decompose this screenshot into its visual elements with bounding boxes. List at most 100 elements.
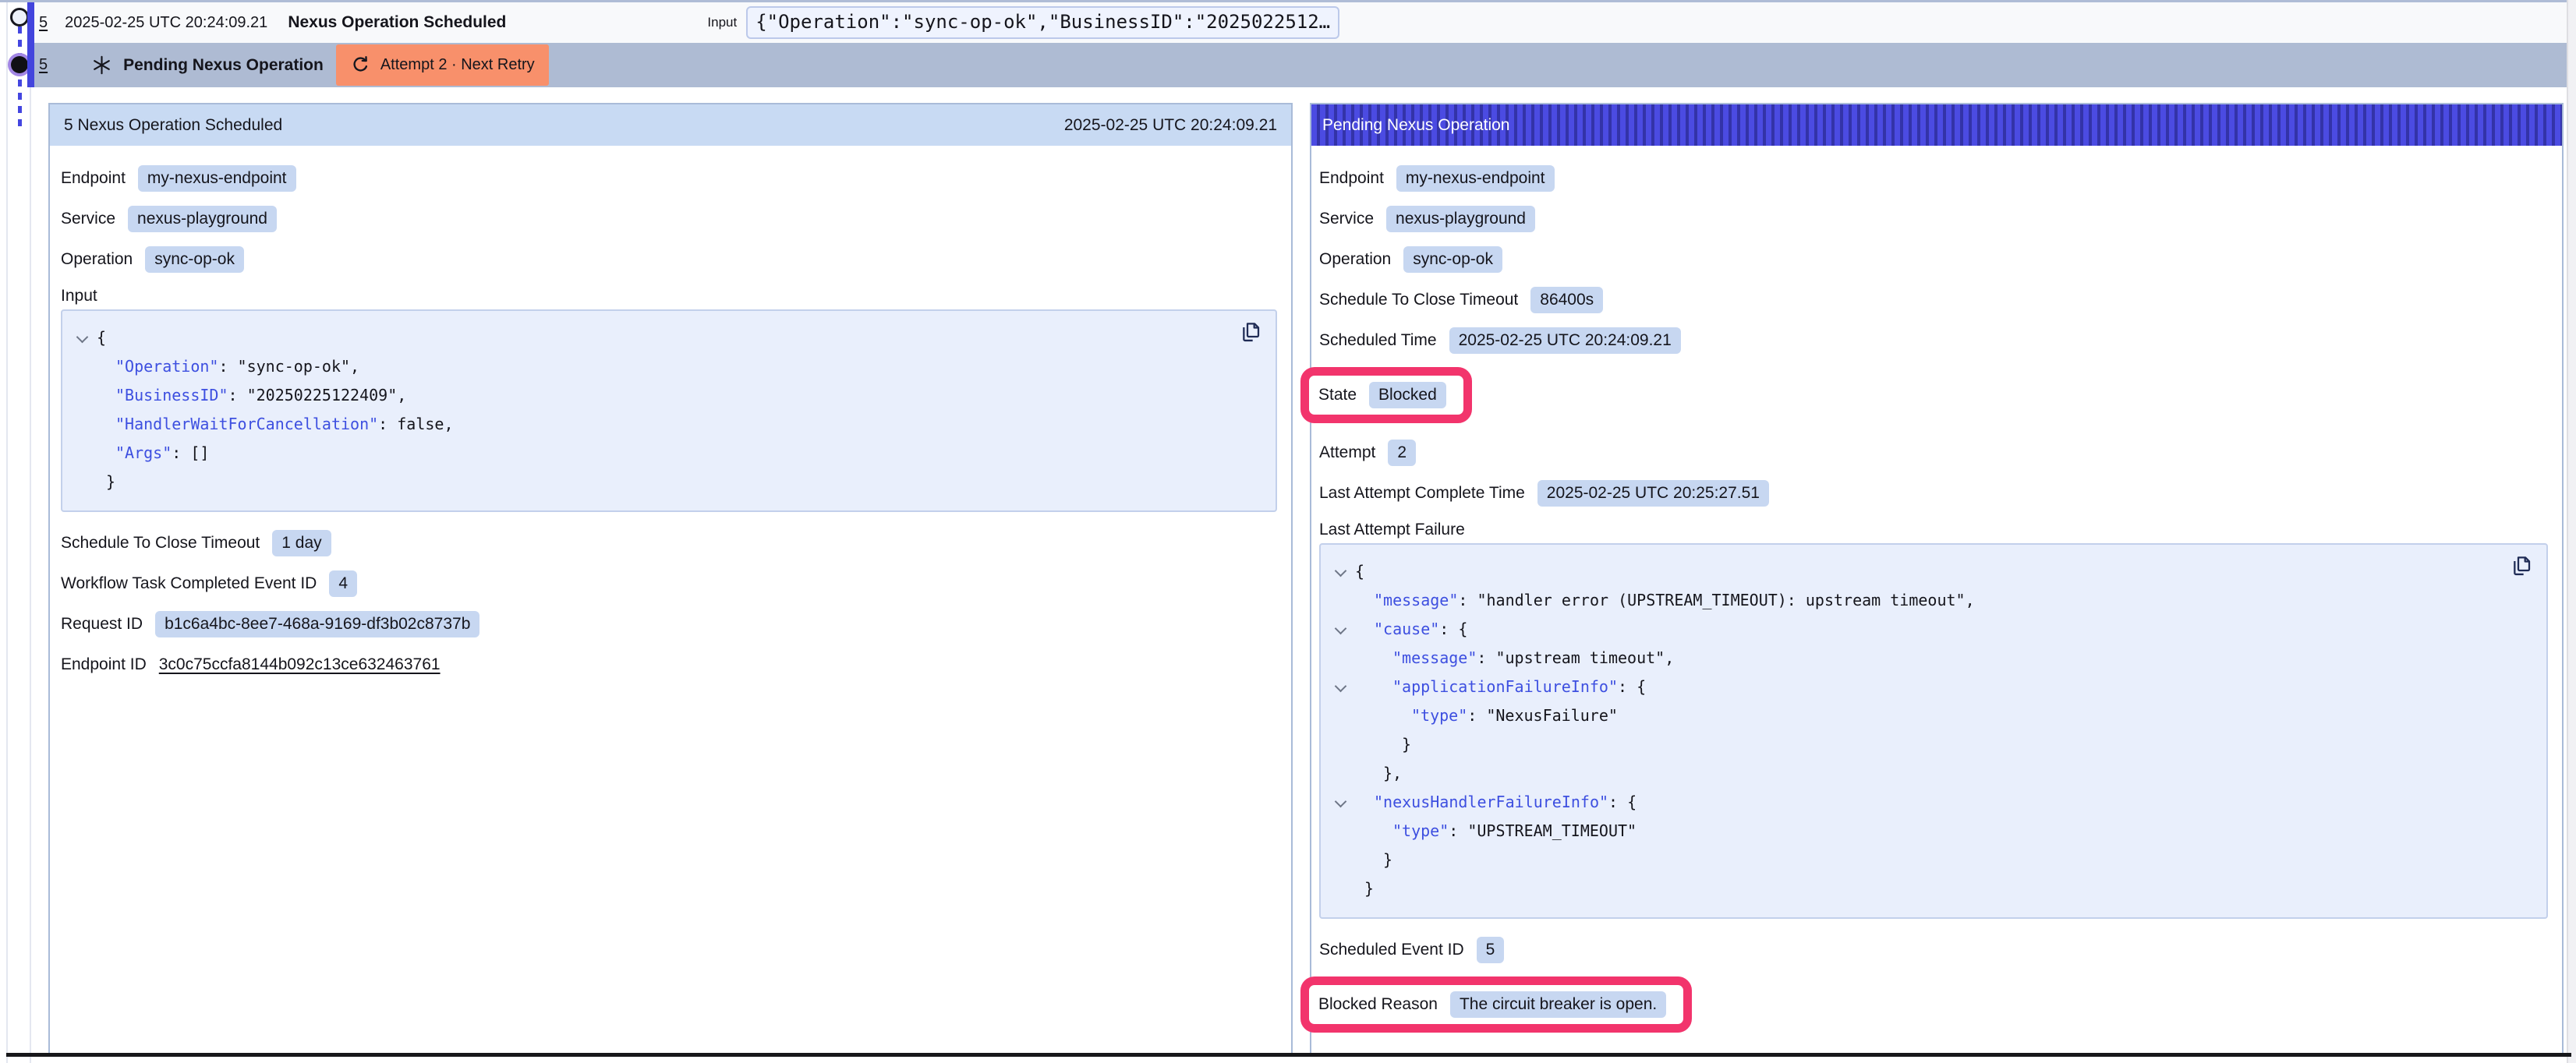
code-text: }, <box>1355 759 1402 788</box>
pending-operation-panel: Pending Nexus Operation Endpointmy-nexus… <box>1310 103 2564 1054</box>
code-gutter <box>1329 644 1355 673</box>
code-gutter <box>1329 673 1355 701</box>
field-value-pill: sync-op-ok <box>145 246 244 273</box>
field-value-pill: nexus-playground <box>128 206 277 232</box>
open-circle-icon <box>10 8 29 26</box>
code-gutter <box>1329 730 1355 759</box>
field-label: Service <box>1319 210 1374 228</box>
code-line: } <box>1329 730 2534 759</box>
code-line: "message": "upstream timeout", <box>1329 644 2534 673</box>
field-row-request-id: Request ID b1c6a4bc-8ee7-468a-9169-df3b02… <box>61 609 1279 640</box>
field-row-scheduled-time: Scheduled Time2025-02-25 UTC 20:24:09.21 <box>1319 325 2549 356</box>
event-details-timestamp: 2025-02-25 UTC 20:24:09.21 <box>1064 116 1277 135</box>
json-token: { <box>97 328 106 347</box>
code-gutter <box>1329 817 1355 846</box>
event-input-label: Input <box>707 15 737 30</box>
timeline-guide-line <box>30 0 31 1063</box>
code-text: } <box>1355 730 1411 759</box>
scrollbar-gutter[interactable] <box>2567 0 2576 1063</box>
json-key: "applicationFailureInfo" <box>1392 677 1618 696</box>
field-row-schedule-to-close-timeout: Schedule To Close Timeout 1 day <box>61 528 1279 559</box>
event-id-link[interactable]: 5 <box>39 14 48 32</box>
field-value-pill: 1 day <box>272 530 331 556</box>
code-gutter <box>70 468 97 496</box>
field-row-service: Service nexus-playground <box>61 203 1279 235</box>
timeline-guide-line <box>6 0 8 1063</box>
field-row-endpoint: Endpointmy-nexus-endpoint <box>1319 163 2549 194</box>
code-line: "type": "NexusFailure" <box>1329 701 2534 730</box>
json-key: "message" <box>1392 648 1477 667</box>
event-id-link[interactable]: 5 <box>39 56 48 74</box>
field-row-operation: Operationsync-op-ok <box>61 244 1279 275</box>
json-token: : "handler error (UPSTREAM_TIMEOUT): ups… <box>1458 591 1974 609</box>
code-text: "Args": [] <box>97 439 209 468</box>
filled-circle-icon <box>11 56 28 73</box>
copy-icon <box>1238 320 1263 344</box>
field-label: Endpoint <box>61 169 126 188</box>
chevron-down-icon[interactable] <box>1335 682 1346 693</box>
event-row-nexus-operation-scheduled[interactable]: 5 2025-02-25 UTC 20:24:09.21 Nexus Opera… <box>34 2 2567 43</box>
json-key: "type" <box>1411 706 1467 725</box>
json-token: { <box>1355 562 1364 581</box>
field-value-pill: b1c6a4bc-8ee7-468a-9169-df3b02c8737b <box>155 611 479 637</box>
field-value-pill: The circuit breaker is open. <box>1450 991 1666 1018</box>
pending-nexus-operation-row[interactable]: 5 Pending Nexus Operation Attempt 2 · Ne… <box>34 43 2567 87</box>
code-line: "HandlerWaitForCancellation": false, <box>70 410 1263 439</box>
field-value-pill: 2 <box>1388 440 1416 466</box>
field-label: Request ID <box>61 615 143 634</box>
json-code-block: {"message": "handler error (UPSTREAM_TIM… <box>1319 543 2548 919</box>
code-gutter <box>70 381 97 410</box>
code-text: "applicationFailureInfo": { <box>1355 673 1646 701</box>
code-text: { <box>97 323 106 352</box>
code-line: "Args": [] <box>70 439 1263 468</box>
chevron-down-icon[interactable] <box>1335 624 1346 635</box>
json-token: : { <box>1618 677 1646 696</box>
json-token: : { <box>1608 793 1637 811</box>
code-line: "type": "UPSTREAM_TIMEOUT" <box>1329 817 2534 846</box>
field-value-pill: Blocked <box>1369 382 1446 408</box>
field-label: Scheduled Time <box>1319 331 1437 350</box>
json-key: "Args" <box>115 443 172 462</box>
field-row-attempt: Attempt2 <box>1319 437 2549 468</box>
annotation-highlight-box: StateBlocked <box>1300 367 1472 423</box>
field-value-link[interactable]: 3c0c75ccfa8144b092c13ce632463761 <box>159 655 441 674</box>
event-input-preview-chip[interactable]: {"Operation":"sync-op-ok","BusinessID":"… <box>746 6 1339 38</box>
code-text: "message": "handler error (UPSTREAM_TIME… <box>1355 586 1975 615</box>
chevron-down-icon[interactable] <box>1335 797 1346 808</box>
code-gutter <box>70 352 97 381</box>
pending-operation-header-title: Pending Nexus Operation <box>1322 116 1510 135</box>
code-text: } <box>1355 874 1374 903</box>
code-gutter <box>1329 557 1355 586</box>
field-row-blocked-reason: Blocked ReasonThe circuit breaker is ope… <box>1318 989 1666 1020</box>
code-line: "nexusHandlerFailureInfo": { <box>1329 788 2534 817</box>
field-label: Workflow Task Completed Event ID <box>61 574 317 593</box>
event-details-title: 5 Nexus Operation Scheduled <box>64 116 282 135</box>
event-timestamp: 2025-02-25 UTC 20:24:09.21 <box>65 14 267 32</box>
chevron-down-icon[interactable] <box>76 333 87 344</box>
field-value-pill: my-nexus-endpoint <box>138 165 296 192</box>
bottom-divider <box>6 1053 2571 1057</box>
field-value-pill: 5 <box>1477 937 1505 963</box>
copy-button[interactable] <box>1237 319 1265 347</box>
code-gutter <box>1329 586 1355 615</box>
code-line: "cause": { <box>1329 615 2534 644</box>
code-gutter <box>70 439 97 468</box>
copy-button[interactable] <box>2507 553 2535 581</box>
retry-badge-label: Attempt 2 · Next Retry <box>380 56 535 74</box>
field-value-pill: 2025-02-25 UTC 20:25:27.51 <box>1537 480 1769 507</box>
retry-attempt-badge: Attempt 2 · Next Retry <box>336 44 549 86</box>
json-token: : "upstream timeout", <box>1477 648 1674 667</box>
event-details-header: 5 Nexus Operation Scheduled 2025-02-25 U… <box>50 104 1291 146</box>
field-row-endpoint-id: Endpoint ID3c0c75ccfa8144b092c13ce632463… <box>61 649 1279 680</box>
field-label: Service <box>61 210 115 228</box>
code-text: } <box>97 468 115 496</box>
timeline-dashed-connector <box>18 26 22 128</box>
event-history-screen: 5 2025-02-25 UTC 20:24:09.21 Nexus Opera… <box>0 0 2576 1063</box>
code-text: "nexusHandlerFailureInfo": { <box>1355 788 1637 817</box>
field-label: Endpoint <box>1319 169 1384 188</box>
json-key: "BusinessID" <box>115 386 228 404</box>
code-line: { <box>70 323 1263 352</box>
field-label: Schedule To Close Timeout <box>61 534 260 553</box>
json-token: } <box>1402 735 1411 754</box>
chevron-down-icon[interactable] <box>1335 567 1346 577</box>
